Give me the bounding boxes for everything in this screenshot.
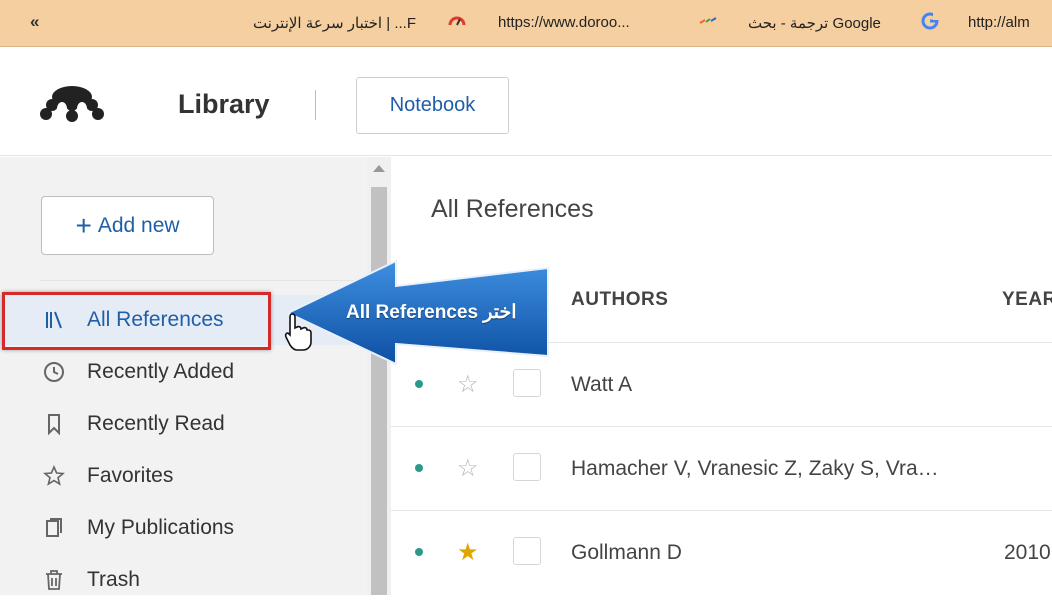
page-title: Library (178, 89, 270, 119)
sidebar-item-favorites[interactable]: Favorites (0, 451, 367, 501)
mendeley-logo-icon[interactable] (40, 81, 104, 123)
sidebar-item-label: Recently Read (87, 412, 225, 435)
publications-icon (46, 518, 62, 537)
app-header: Library Notebook (0, 48, 1052, 156)
bookmarks-overflow-button[interactable]: « (30, 12, 39, 32)
trash-icon (46, 570, 62, 590)
doroob-icon (699, 17, 717, 24)
unread-dot-icon (415, 380, 423, 388)
hand-cursor-icon (284, 313, 312, 351)
sidebar-item-recently-read[interactable]: Recently Read (0, 399, 367, 449)
column-header-year[interactable]: YEAR (1002, 289, 1052, 311)
google-icon (921, 12, 939, 30)
sidebar-item-trash[interactable]: Trash (0, 555, 367, 605)
column-header-authors[interactable]: AUTHORS (571, 289, 668, 311)
row-checkbox[interactable] (513, 369, 541, 397)
panel-title: All References (431, 195, 594, 223)
table-row[interactable]: ★ Gollmann D 2010 (391, 510, 1052, 594)
row-authors: Gollmann D (571, 541, 682, 564)
scroll-up-arrow-icon[interactable] (373, 165, 385, 172)
favorite-star-icon[interactable]: ☆ (457, 454, 479, 483)
favorite-star-icon[interactable]: ☆ (457, 370, 479, 399)
highlight-box (2, 292, 271, 350)
sidebar-item-label: Recently Added (87, 360, 235, 383)
sidebar-scrollbar[interactable] (367, 157, 391, 595)
speedtest-icon (448, 16, 466, 26)
plus-icon: + (75, 209, 92, 241)
row-authors: Hamacher V, Vranesic Z, Zaky S, Vra… (571, 457, 939, 480)
bookmark-alm[interactable]: http://alm (968, 14, 1030, 31)
sidebar-item-label: Favorites (87, 464, 174, 487)
bookmark-doroob[interactable]: https://www.doroo... (498, 14, 630, 31)
row-checkbox[interactable] (513, 537, 541, 565)
sidebar: + Add new All References Recently Added … (0, 157, 367, 595)
add-new-label: Add new (97, 213, 180, 237)
star-icon (42, 464, 66, 486)
bookmarks-bar: « اختبار سرعة الإنترنت | ...F https://ww… (0, 0, 1052, 47)
sidebar-item-label: My Publications (87, 516, 235, 539)
table-row[interactable]: ☆ Hamacher V, Vranesic Z, Zaky S, Vra… (391, 426, 1052, 510)
row-authors: Watt A (571, 373, 633, 396)
bookmark-speedtest[interactable]: اختبار سرعة الإنترنت | ...F (253, 14, 416, 32)
unread-dot-icon (415, 548, 423, 556)
bookmark-icon (48, 414, 60, 436)
scroll-thumb[interactable] (371, 187, 387, 595)
header-divider (315, 90, 316, 120)
unread-dot-icon (415, 464, 423, 472)
references-panel: All References AUTHORS YEAR ☆ Watt A ☆ H… (391, 157, 1052, 595)
favorite-star-filled-icon[interactable]: ★ (457, 538, 479, 567)
sidebar-item-my-publications[interactable]: My Publications (0, 503, 367, 553)
callout-text: اختر All References (346, 302, 517, 323)
bookmark-google-translate[interactable]: ترجمة - بحث Google (748, 14, 881, 32)
row-checkbox[interactable] (513, 453, 541, 481)
notebook-button[interactable]: Notebook (356, 77, 509, 134)
row-year: 2010 (1004, 541, 1051, 564)
add-new-button[interactable]: + Add new (41, 196, 214, 255)
clock-icon (44, 362, 64, 382)
sidebar-item-label: Trash (87, 568, 140, 591)
